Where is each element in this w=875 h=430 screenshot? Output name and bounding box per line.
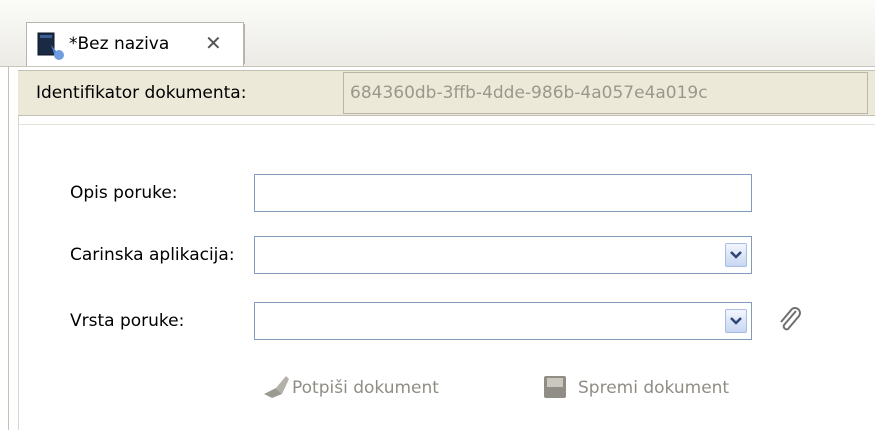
sign-document-label: Potpiši dokument [292, 378, 439, 398]
vrsta-poruke-select[interactable] [254, 302, 752, 340]
document-id-bar: Identifikator dokumenta: 684360db-3ffb-4… [18, 70, 875, 116]
opis-poruke-input[interactable] [254, 174, 752, 212]
sign-document-button[interactable]: Potpiši dokument [262, 372, 472, 404]
divider [18, 124, 875, 125]
save-document-label: Spremi dokument [578, 378, 730, 398]
close-icon[interactable]: ✕ [205, 31, 222, 55]
panel-border-inner [18, 116, 19, 430]
panel-border [8, 66, 9, 430]
chevron-down-icon[interactable] [725, 243, 747, 267]
tab-separator [243, 24, 245, 64]
vrsta-poruke-label: Vrsta poruke: [70, 311, 185, 331]
sign-pen-icon [262, 374, 292, 405]
save-document-button[interactable]: Spremi dokument [542, 372, 752, 404]
document-icon [35, 31, 65, 61]
chevron-down-icon[interactable] [725, 309, 747, 333]
paperclip-icon[interactable] [775, 306, 805, 336]
editor-tab-bar: *Bez naziva ✕ [0, 0, 875, 67]
carinska-aplikacija-select[interactable] [254, 236, 752, 274]
tab-document[interactable]: *Bez naziva ✕ [26, 22, 244, 66]
document-id-field: 684360db-3ffb-4dde-986b-4a057e4a019c [343, 72, 868, 114]
tab-label: *Bez naziva [69, 34, 170, 54]
document-id-label: Identifikator dokumenta: [36, 83, 247, 103]
opis-poruke-label: Opis poruke: [70, 183, 178, 203]
floppy-disk-icon [542, 374, 570, 405]
carinska-aplikacija-label: Carinska aplikacija: [70, 245, 235, 265]
